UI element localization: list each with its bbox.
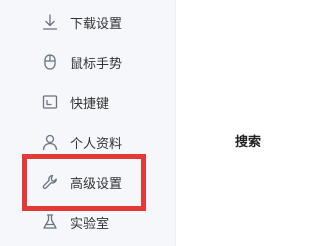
download-icon [40, 12, 60, 32]
settings-sidebar: 下载设置 鼠标手势 快捷键 个人资料 高级设置 实验室 [0, 0, 176, 246]
flask-icon [40, 212, 60, 232]
sidebar-item-label: 快捷键 [70, 96, 110, 112]
sidebar-item-mouse-gestures[interactable]: 鼠标手势 [0, 42, 176, 82]
sidebar-item-shortcuts[interactable]: 快捷键 [0, 82, 176, 122]
sidebar-item-lab[interactable]: 实验室 [0, 202, 176, 242]
section-title: 搜索 [235, 135, 262, 150]
sidebar-item-profile[interactable]: 个人资料 [0, 122, 176, 162]
sidebar-item-label: 个人资料 [70, 136, 123, 152]
settings-content: 搜索 [177, 0, 336, 246]
settings-window: 下载设置 鼠标手势 快捷键 个人资料 高级设置 实验室 搜索 [0, 0, 336, 246]
sidebar-item-label: 高级设置 [70, 176, 123, 192]
shortcut-icon [40, 92, 60, 112]
user-icon [40, 132, 60, 152]
sidebar-item-advanced-settings[interactable]: 高级设置 [0, 162, 176, 202]
sidebar-item-label: 鼠标手势 [70, 56, 123, 72]
wrench-icon [40, 172, 60, 192]
mouse-icon [40, 52, 60, 72]
sidebar-item-label: 实验室 [70, 216, 110, 232]
sidebar-item-download-settings[interactable]: 下载设置 [0, 2, 176, 42]
sidebar-item-label: 下载设置 [70, 16, 123, 32]
